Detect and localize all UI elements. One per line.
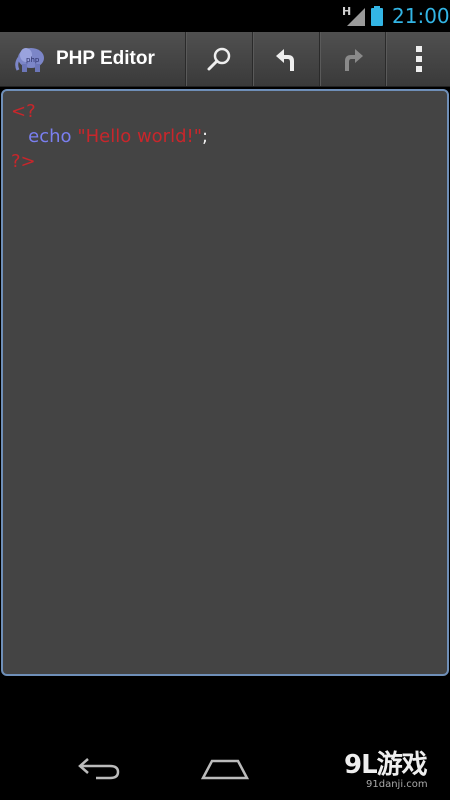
svg-text:php: php	[26, 56, 40, 64]
code-line[interactable]: echo "Hello world!";	[11, 124, 208, 149]
undo-icon	[276, 49, 294, 71]
redo-button[interactable]	[319, 32, 385, 86]
php-elephant-icon[interactable]: php	[14, 44, 46, 74]
code-token-punct: ;	[202, 126, 209, 147]
watermark-brand: 9L游戏	[344, 750, 428, 780]
search-button[interactable]	[185, 32, 252, 86]
code-area[interactable]: <? echo "Hello world!"; ?>	[11, 99, 208, 174]
overflow-menu-button[interactable]	[385, 32, 450, 86]
code-line[interactable]: ?>	[11, 149, 208, 174]
code-line[interactable]: <?	[11, 99, 208, 124]
home-icon[interactable]	[200, 755, 250, 781]
back-icon[interactable]	[76, 755, 122, 781]
signal-icon	[347, 8, 365, 26]
undo-button[interactable]	[252, 32, 319, 86]
action-bar: php PHP Editor	[0, 32, 450, 87]
battery-icon	[371, 6, 383, 26]
search-icon	[207, 47, 231, 71]
watermark: 9L游戏 91danji.com	[344, 744, 428, 790]
code-token-str: "Hello world!"	[77, 126, 202, 147]
code-editor[interactable]: <? echo "Hello world!"; ?>	[1, 89, 449, 676]
code-token-tag: ?>	[11, 151, 36, 172]
status-bar: H 21:00	[0, 0, 450, 32]
app-title: PHP Editor	[56, 48, 155, 69]
code-token-tag: <?	[11, 101, 36, 122]
clock: 21:00	[392, 4, 450, 28]
redo-icon	[344, 49, 363, 71]
overflow-menu-icon	[415, 46, 422, 72]
watermark-url: 91danji.com	[366, 779, 428, 790]
code-token-ws	[11, 126, 28, 147]
code-token-kw: echo	[28, 126, 72, 147]
